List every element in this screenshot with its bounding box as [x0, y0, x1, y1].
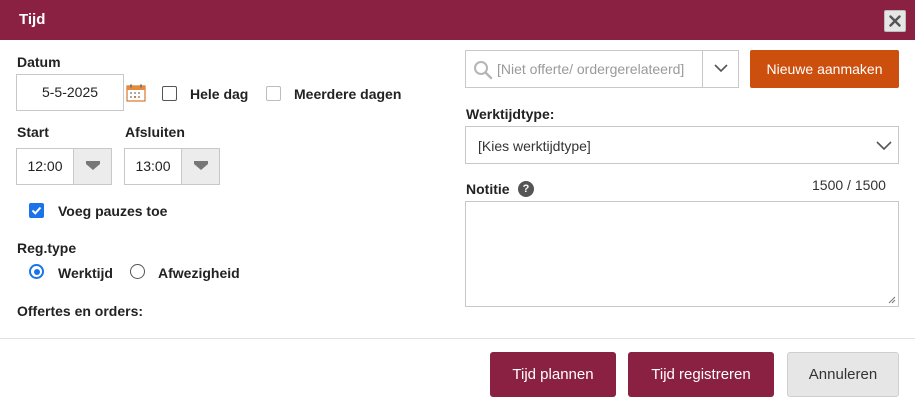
- pauzes-checkbox[interactable]: [29, 203, 44, 218]
- close-button[interactable]: [884, 10, 906, 32]
- order-dropdown-toggle[interactable]: [702, 51, 739, 87]
- chevron-down-icon: [876, 141, 892, 151]
- search-icon: [474, 61, 493, 80]
- chevron-down-icon: [714, 64, 728, 73]
- end-time-spinner[interactable]: [181, 149, 219, 184]
- datum-label: Datum: [17, 54, 61, 70]
- radio-werktijd-label: Werktijd: [58, 265, 113, 281]
- notitie-label: Notitie: [466, 181, 510, 197]
- afsluiten-label: Afsluiten: [125, 124, 185, 140]
- end-time-picker[interactable]: 13:00: [124, 148, 220, 185]
- meerdere-dagen-label: Meerdere dagen: [294, 86, 402, 102]
- resize-grip-icon[interactable]: [888, 296, 896, 304]
- date-input[interactable]: 5-5-2025: [16, 74, 124, 111]
- order-search-input[interactable]: [497, 59, 692, 79]
- werktijdtype-value: [Kies werktijdtype]: [478, 138, 591, 154]
- close-icon: [889, 15, 901, 27]
- meerdere-dagen-checkbox[interactable]: [266, 86, 281, 101]
- help-icon[interactable]: ?: [518, 181, 534, 197]
- hele-dag-checkbox[interactable]: [162, 86, 177, 101]
- arrow-down-icon: [86, 161, 100, 170]
- start-time-picker[interactable]: 12:00: [16, 148, 112, 185]
- offertes-label: Offertes en orders:: [17, 303, 144, 319]
- pauzes-label: Voeg pauzes toe: [58, 203, 168, 219]
- footer-divider: [0, 338, 915, 339]
- regtype-label: Reg.type: [17, 240, 77, 256]
- notitie-char-counter: 1500 / 1500: [812, 177, 886, 193]
- werktijdtype-label: Werktijdtype:: [466, 106, 555, 122]
- calendar-icon[interactable]: [126, 84, 146, 102]
- radio-werktijd[interactable]: [29, 264, 44, 279]
- start-time-spinner[interactable]: [73, 149, 111, 184]
- notitie-textarea[interactable]: [465, 201, 899, 307]
- arrow-down-icon: [194, 161, 208, 170]
- register-time-button[interactable]: Tijd registreren: [628, 352, 774, 397]
- hele-dag-label: Hele dag: [190, 86, 249, 102]
- order-search-combobox[interactable]: [465, 50, 739, 88]
- cancel-button[interactable]: Annuleren: [787, 352, 899, 397]
- checkmark-icon: [31, 206, 42, 215]
- start-label: Start: [17, 124, 49, 140]
- radio-afwezigheid-label: Afwezigheid: [158, 265, 240, 281]
- dialog-titlebar: Tijd: [0, 0, 915, 40]
- dialog-title: Tijd: [19, 11, 46, 28]
- new-order-button[interactable]: Nieuwe aanmaken: [750, 50, 899, 88]
- radio-afwezigheid[interactable]: [130, 264, 145, 279]
- end-time-value[interactable]: 13:00: [125, 149, 181, 184]
- werktijdtype-select[interactable]: [Kies werktijdtype]: [465, 126, 899, 164]
- start-time-value[interactable]: 12:00: [17, 149, 73, 184]
- plan-time-button[interactable]: Tijd plannen: [490, 352, 616, 397]
